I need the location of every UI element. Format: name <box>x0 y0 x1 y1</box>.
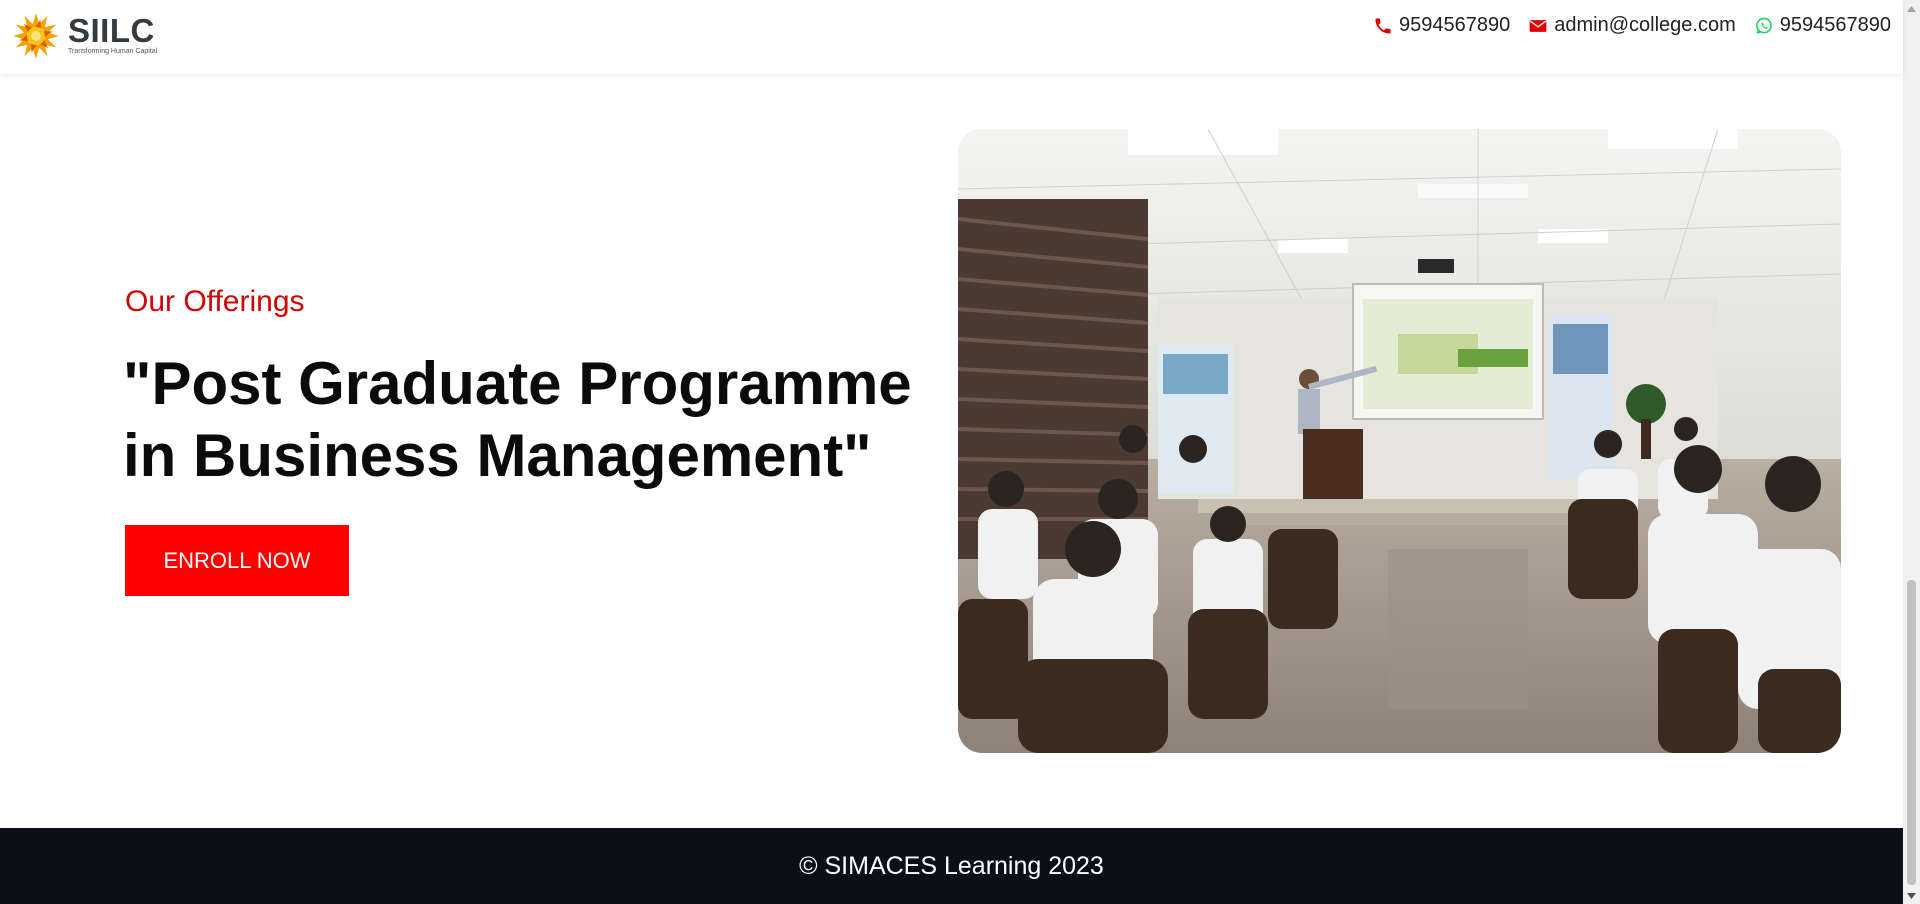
logo-wordmark: SIILC <box>68 12 155 49</box>
sun-logo-icon <box>13 13 59 59</box>
site-footer: © SIMACES Learning 2023 <box>0 828 1903 904</box>
logo-text-group: SIILC Transforming Human Capital <box>68 12 158 56</box>
page-scrollbar[interactable] <box>1903 0 1920 904</box>
site-header: SIILC Transforming Human Capital 9594567… <box>0 0 1903 74</box>
classroom-seminar-image <box>958 129 1841 753</box>
classroom-photo <box>958 129 1841 753</box>
logo[interactable]: SIILC Transforming Human Capital <box>12 12 157 60</box>
section-eyebrow: Our Offerings <box>125 285 305 318</box>
copyright-text: © SIMACES Learning 2023 <box>799 851 1104 880</box>
email-address: admin@college.com <box>1554 14 1736 36</box>
programme-title: "Post Graduate Programme in Business Man… <box>123 350 912 489</box>
logo-tagline: Transforming Human Capital <box>68 48 158 55</box>
page: SIILC Transforming Human Capital 9594567… <box>0 0 1920 904</box>
scroll-down-arrow-icon[interactable] <box>1903 887 1920 904</box>
phone-number: 9594567890 <box>1399 14 1511 36</box>
whatsapp-icon <box>1755 17 1772 34</box>
scroll-thumb[interactable] <box>1907 580 1916 885</box>
whatsapp-number: 9594567890 <box>1779 14 1891 36</box>
phone-link[interactable]: 9594567890 <box>1373 14 1510 37</box>
email-link[interactable]: admin@college.com <box>1528 14 1736 37</box>
whatsapp-link[interactable]: 9594567890 <box>1754 14 1891 37</box>
enroll-now-button[interactable]: ENROLL NOW <box>125 525 349 596</box>
phone-icon <box>1375 18 1391 33</box>
envelope-icon <box>1529 19 1547 32</box>
contact-bar: 9594567890 admin@college.com 9594567890 <box>1355 14 1891 37</box>
scroll-up-arrow-icon[interactable] <box>1903 0 1920 17</box>
